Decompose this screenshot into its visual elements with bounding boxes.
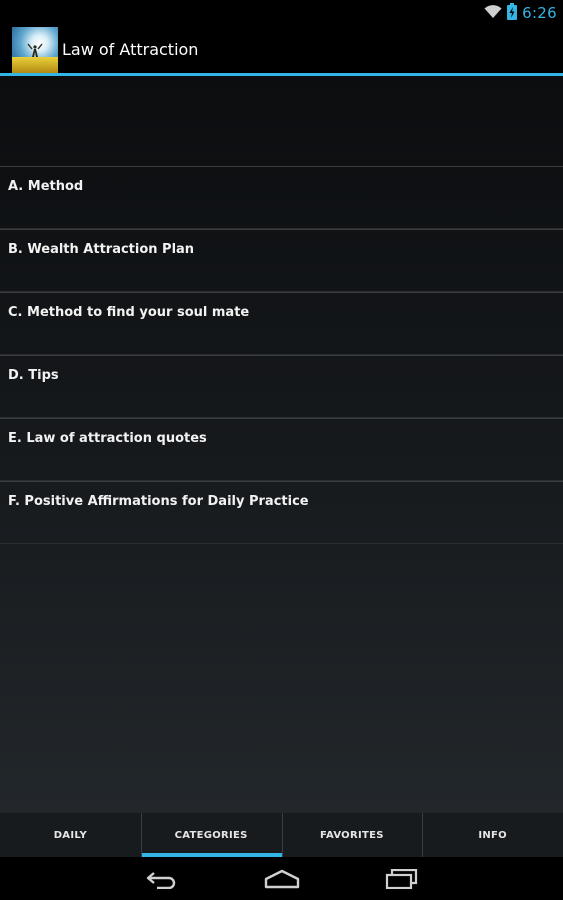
category-item-affirmations[interactable]: F. Positive Affirmations for Daily Pract… xyxy=(0,481,563,544)
tab-label: INFO xyxy=(478,829,507,841)
category-item-method[interactable]: A. Method xyxy=(0,166,563,229)
category-item-wealth-attraction-plan[interactable]: B. Wealth Attraction Plan xyxy=(0,229,563,292)
tab-info[interactable]: INFO xyxy=(422,813,563,857)
category-item-label: F. Positive Affirmations for Daily Pract… xyxy=(8,494,309,509)
category-list: A. Method B. Wealth Attraction Plan C. M… xyxy=(0,166,563,544)
tab-label: FAVORITES xyxy=(319,829,384,841)
app-logo-icon[interactable] xyxy=(12,27,58,73)
tab-favorites[interactable]: FAVORITES xyxy=(281,813,423,857)
home-icon[interactable] xyxy=(257,864,307,894)
tab-label: DAILY xyxy=(53,829,88,841)
wifi-icon xyxy=(484,4,502,23)
category-item-tips[interactable]: D. Tips xyxy=(0,355,563,418)
battery-charging-icon xyxy=(507,2,518,24)
status-time: 6:26 xyxy=(522,4,557,22)
categories-content: A. Method B. Wealth Attraction Plan C. M… xyxy=(0,76,563,813)
tab-daily[interactable]: DAILY xyxy=(0,813,141,857)
category-item-label: E. Law of attraction quotes xyxy=(8,431,207,446)
status-bar: 6:26 xyxy=(0,0,563,25)
status-icons: 6:26 xyxy=(484,2,557,24)
tab-categories[interactable]: CATEGORIES xyxy=(140,813,282,857)
recent-apps-icon[interactable] xyxy=(377,864,427,894)
app-title: Law of Attraction xyxy=(62,40,199,59)
category-item-quotes[interactable]: E. Law of attraction quotes xyxy=(0,418,563,481)
navigation-bar xyxy=(0,857,563,900)
category-item-label: B. Wealth Attraction Plan xyxy=(8,242,195,257)
bottom-tab-bar: DAILY CATEGORIES FAVORITES INFO xyxy=(0,813,563,857)
tab-label: CATEGORIES xyxy=(174,829,248,841)
category-item-label: A. Method xyxy=(8,179,84,194)
category-item-label: C. Method to find your soul mate xyxy=(8,305,250,320)
category-item-label: D. Tips xyxy=(8,368,59,383)
back-icon[interactable] xyxy=(137,864,187,894)
category-item-soul-mate[interactable]: C. Method to find your soul mate xyxy=(0,292,563,355)
action-bar: Law of Attraction xyxy=(0,25,563,73)
